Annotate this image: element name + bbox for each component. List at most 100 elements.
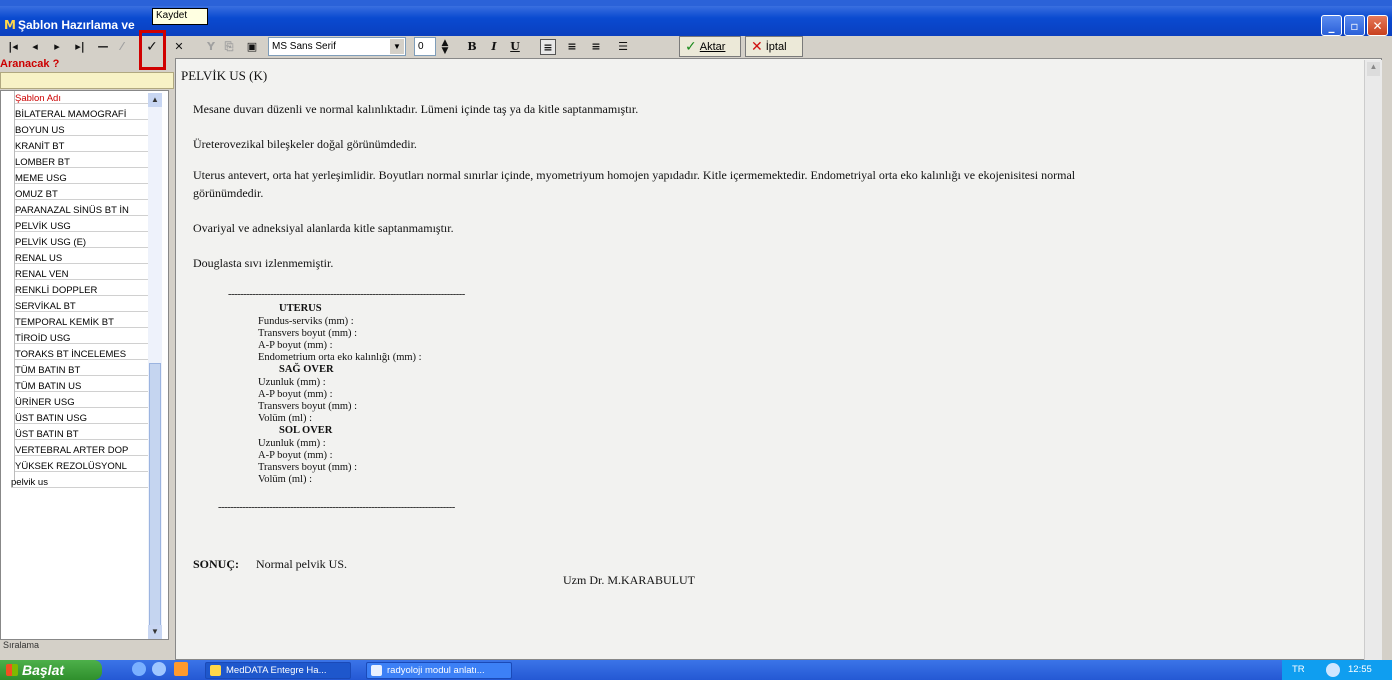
next-record-button[interactable]: ▸ [50, 39, 64, 55]
task-radyoloji[interactable]: radyoloji modul anlatı... [366, 662, 512, 679]
list-item[interactable]: LOMBER BT [15, 157, 149, 168]
list-item[interactable]: ÜST BATIN BT [15, 429, 149, 440]
filter-icon: Y [207, 40, 215, 53]
document-title: PELVİK US (K) [181, 68, 268, 83]
browser-icon[interactable] [152, 662, 166, 676]
conclusion-label: SONUÇ: [193, 557, 240, 571]
list-item[interactable]: BİLATERAL MAMOGRAFİ [15, 109, 149, 120]
scroll-up-icon[interactable]: ▲ [1367, 62, 1380, 76]
list-item[interactable]: TEMPORAL KEMİK BT [15, 317, 149, 328]
list-item[interactable]: TORAKS BT İNCELEMES [15, 349, 149, 360]
font-size-stepper[interactable]: ▲ ▼ [439, 39, 451, 56]
task-label: radyoloji modul anlatı... [387, 665, 485, 676]
scroll-thumb[interactable] [149, 363, 161, 633]
toolbar: |◂ ◂ ▸ ▸| — ⁄ ✓ ✕ Y ⎘ ▣ MS Sans Serif ▼ … [0, 36, 1392, 58]
paragraph-uterus: Uterus antevert, orta hat yerleşimlidir.… [193, 168, 1076, 182]
search-input[interactable] [0, 72, 174, 89]
sag-over-row: Uzunluk (mm) : [258, 377, 326, 388]
title-bar: M Şablon Hazırlama ve _ ▫ ✕ [0, 6, 1392, 36]
window-title: Şablon Hazırlama ve [18, 18, 135, 32]
sag-over-header: SAĞ OVER [279, 364, 334, 375]
list-item[interactable]: BOYUN US [15, 125, 149, 136]
bullet-list-icon[interactable]: ☰ [615, 39, 631, 55]
list-item[interactable]: ÜST BATIN USG [15, 413, 149, 424]
underline-button[interactable]: U [509, 39, 521, 55]
prev-record-button[interactable]: ◂ [28, 39, 42, 55]
align-right-icon[interactable]: ≡ [588, 39, 604, 55]
list-item[interactable]: RENAL US [15, 253, 149, 264]
highlight-box [139, 30, 166, 70]
panel-splitter[interactable] [168, 90, 174, 640]
font-size-input[interactable]: 0 [414, 37, 436, 56]
list-item[interactable]: PELVİK USG (E) [15, 237, 149, 248]
sol-over-row: Transvers boyut (mm) : [258, 462, 358, 473]
cancel-x-button[interactable]: ✕ [172, 39, 186, 55]
first-record-button[interactable]: |◂ [6, 39, 20, 55]
system-tray: TR 12:55 [1282, 660, 1392, 680]
list-item[interactable]: YÜKSEK REZOLÜSYONL [15, 461, 149, 472]
app-icon: M [4, 18, 16, 32]
tooltip: Kaydet [152, 8, 208, 25]
aktar-button[interactable]: ✓ Aktar [679, 36, 741, 57]
bold-button[interactable]: B [466, 39, 478, 55]
list-item[interactable]: SERVİKAL BT [15, 301, 149, 312]
aktar-label: Aktar [699, 40, 726, 53]
list-header[interactable]: Şablon Adı [15, 93, 149, 104]
start-label: Başlat [22, 662, 65, 678]
italic-button[interactable]: I [488, 39, 500, 55]
scroll-down-icon[interactable]: ▼ [148, 625, 162, 639]
volume-icon[interactable] [1326, 663, 1340, 677]
font-size-value: 0 [418, 41, 424, 52]
list-item-current[interactable]: pelvik us [11, 477, 149, 488]
windows-logo-icon [6, 664, 18, 676]
list-item[interactable]: TÜM BATIN US [15, 381, 149, 392]
list-item[interactable]: RENKLİ DOPPLER [15, 285, 149, 296]
document-scrollbar[interactable]: ▲ [1364, 60, 1382, 660]
list-item[interactable]: PARANAZAL SİNÜS BT İN [15, 205, 149, 216]
align-center-icon[interactable]: ≡ [564, 39, 580, 55]
task-meddata[interactable]: MedDATA Entegre Ha... [205, 662, 351, 679]
list-item[interactable]: PELVİK USG [15, 221, 149, 232]
edit-record-button[interactable]: ⁄ [116, 39, 128, 55]
media-icon[interactable] [174, 662, 188, 676]
sol-over-row: Uzunluk (mm) : [258, 438, 326, 449]
list-item[interactable]: MEME USG [15, 173, 149, 184]
sag-over-row: Volüm (ml) : [258, 413, 313, 424]
clock: 12:55 [1348, 664, 1372, 675]
list-scrollbar[interactable]: ▲ ▼ [148, 93, 162, 639]
task-label: MedDATA Entegre Ha... [226, 665, 327, 676]
list-item[interactable]: ÜRİNER USG [15, 397, 149, 408]
align-left-icon[interactable]: ≡ [540, 39, 556, 55]
meddata-icon [210, 665, 221, 676]
sol-over-row: Volüm (ml) : [258, 474, 313, 485]
search-label: Aranacak ? [0, 58, 60, 70]
list-item[interactable]: OMUZ BT [15, 189, 149, 200]
list-item[interactable]: KRANİT BT [15, 141, 149, 152]
list-item[interactable]: TİROİD USG [15, 333, 149, 344]
sol-over-header: SOL OVER [279, 425, 333, 436]
font-name-value: MS Sans Serif [272, 41, 336, 52]
maximize-button[interactable]: ▫ [1344, 15, 1365, 36]
ie-icon[interactable] [132, 662, 146, 676]
iptal-button[interactable]: ✕ İptal [745, 36, 803, 57]
list-gutter [5, 91, 15, 481]
delete-record-button[interactable]: — [96, 39, 110, 55]
last-record-button[interactable]: ▸| [72, 39, 88, 55]
sag-over-row: A-P boyut (mm) : [258, 389, 333, 400]
minimize-button[interactable]: _ [1321, 15, 1342, 36]
list-item[interactable]: RENAL VEN [15, 269, 149, 280]
iptal-label: İptal [765, 40, 787, 53]
list-item[interactable]: VERTEBRAL ARTER DOP [15, 445, 149, 456]
print-icon[interactable]: ▣ [244, 39, 260, 55]
language-indicator[interactable]: TR [1292, 664, 1305, 675]
paragraph-ureter: Üreterovezikal bileşkeler doğal görünümd… [193, 137, 417, 151]
paragraph-uterus-cont: görünümdedir. [193, 186, 264, 200]
template-list[interactable]: Şablon Adı BİLATERAL MAMOGRAFİ BOYUN US … [0, 90, 174, 640]
close-button[interactable]: ✕ [1367, 15, 1388, 36]
font-name-select[interactable]: MS Sans Serif ▼ [268, 37, 406, 56]
scroll-up-icon[interactable]: ▲ [148, 93, 162, 107]
start-button[interactable]: Başlat [0, 660, 102, 680]
list-item[interactable]: TÜM BATIN BT [15, 365, 149, 376]
taskbar: Başlat MedDATA Entegre Ha... radyoloji m… [0, 660, 1392, 680]
window-controls: _ ▫ ✕ [1321, 15, 1388, 36]
